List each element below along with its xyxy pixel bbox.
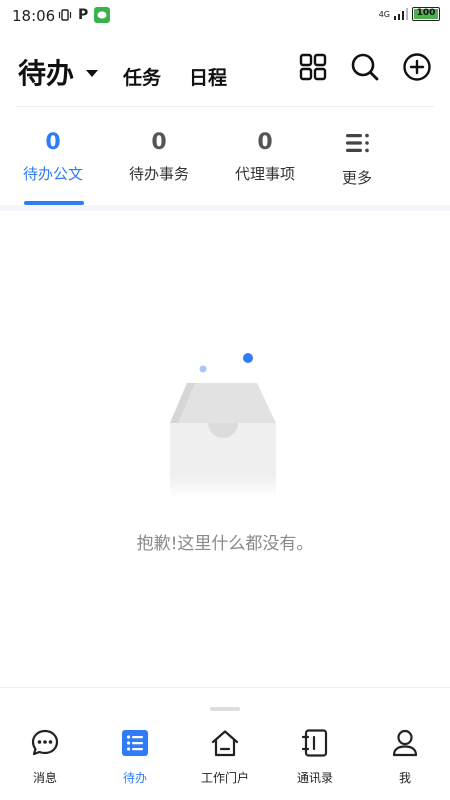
nav-label: 通讯录	[296, 771, 333, 785]
subtab-label: 待办事务	[128, 165, 189, 183]
wechat-icon	[94, 7, 111, 23]
vibrate-icon	[58, 9, 72, 21]
person-icon	[392, 729, 418, 757]
subtab-more[interactable]: 更多	[312, 129, 402, 188]
subtab-proxy-items[interactable]: 0 代理事项	[220, 129, 310, 184]
empty-box-icon	[170, 353, 276, 499]
bottom-nav: 消息 待办 工作门户 通讯录 我	[0, 720, 450, 800]
subtab-count: 0	[257, 130, 273, 155]
subtab-count: 0	[151, 130, 167, 155]
search-icon[interactable]	[350, 52, 380, 82]
subtab-pending-affairs[interactable]: 0 待办事务	[114, 129, 204, 184]
subtab-label: 更多	[341, 169, 372, 187]
tab-schedule[interactable]: 日程	[189, 63, 227, 90]
nav-item-todo[interactable]: 待办	[90, 728, 180, 786]
more-list-icon	[346, 133, 369, 153]
subtab-label: 待办公文	[22, 165, 83, 183]
list-icon	[122, 730, 148, 756]
status-notification-icons: P	[58, 7, 111, 23]
chevron-down-icon[interactable]	[86, 70, 98, 77]
empty-state: 抱歉!这里什么都没有。	[0, 211, 450, 687]
chat-bubble-icon	[31, 729, 59, 756]
subtab-pending-documents[interactable]: 0 待办公文	[8, 129, 98, 184]
nav-item-work-portal[interactable]: 工作门户	[180, 728, 270, 786]
signal-icon	[394, 8, 408, 20]
status-time: 18:06	[12, 7, 56, 25]
todo-category-tabs: 0 待办公文 0 待办事务 0 代理事项 更多	[0, 107, 450, 207]
battery-icon: 100	[412, 7, 440, 21]
parking-icon: P	[78, 7, 89, 23]
nav-label: 工作门户	[200, 771, 249, 785]
nav-item-contacts[interactable]: 通讯录	[270, 728, 360, 786]
home-icon	[211, 730, 239, 757]
page-title[interactable]: 待办	[18, 52, 74, 92]
add-circle-icon[interactable]	[402, 52, 432, 82]
app-header: 待办 任务 日程	[0, 32, 450, 107]
nav-label: 我	[398, 771, 411, 785]
network-type: 4G	[378, 9, 390, 19]
contacts-book-icon	[301, 729, 328, 757]
battery-level: 100	[414, 9, 438, 19]
bottom-nav-divider	[0, 687, 450, 688]
subtab-count: 0	[45, 130, 61, 155]
nav-item-me[interactable]: 我	[360, 728, 450, 786]
grid-icon[interactable]	[298, 52, 328, 82]
drag-handle[interactable]	[210, 707, 240, 711]
status-system-icons: 4G 100	[379, 7, 440, 21]
status-bar: 18:06 P 4G 100	[0, 0, 450, 32]
nav-label: 消息	[32, 771, 57, 785]
tab-tasks[interactable]: 任务	[123, 63, 161, 90]
empty-message: 抱歉!这里什么都没有。	[136, 534, 314, 554]
nav-item-messages[interactable]: 消息	[0, 728, 90, 786]
subtab-label: 代理事项	[234, 165, 295, 183]
nav-label: 待办	[122, 771, 147, 785]
